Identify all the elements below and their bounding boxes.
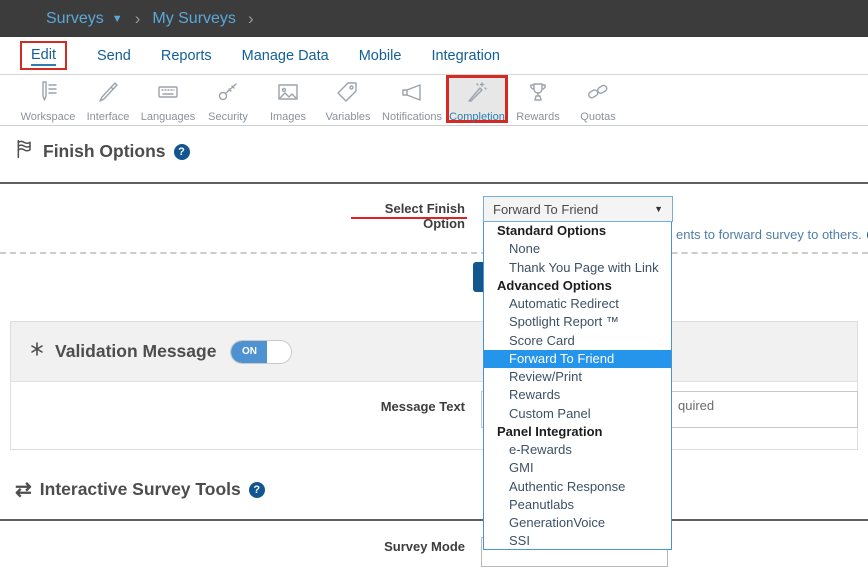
dropdown-option-spotlight[interactable]: Spotlight Report ™ bbox=[484, 313, 671, 331]
toolbar-item-interface[interactable]: Interface bbox=[78, 75, 138, 123]
breadcrumb: Surveys ▼ › My Surveys › bbox=[0, 0, 868, 37]
menu-item-manage-data[interactable]: Manage Data bbox=[242, 48, 329, 64]
keyboard-icon bbox=[156, 80, 180, 109]
key-icon bbox=[216, 80, 240, 109]
dropdown-option-authentic-response[interactable]: Authentic Response bbox=[484, 478, 671, 496]
breadcrumb-surveys[interactable]: Surveys bbox=[46, 10, 104, 28]
dropdown-group-advanced: Advanced Options bbox=[484, 277, 671, 295]
select-finish-option-label: Select Finish Option bbox=[340, 201, 465, 231]
trophy-icon bbox=[526, 80, 550, 109]
help-icon[interactable]: ? bbox=[174, 144, 190, 160]
menu-item-reports[interactable]: Reports bbox=[161, 48, 212, 64]
finish-option-select[interactable]: Forward To Friend ▼ bbox=[483, 196, 673, 222]
dropdown-option-review-print[interactable]: Review/Print bbox=[484, 368, 671, 386]
dropdown-option-generationvoice[interactable]: GenerationVoice bbox=[484, 514, 671, 532]
menu-item-integration[interactable]: Integration bbox=[431, 48, 500, 64]
dropdown-option-score-card[interactable]: Score Card bbox=[484, 332, 671, 350]
message-text-value-fragment: quired bbox=[678, 398, 714, 413]
menu-item-mobile[interactable]: Mobile bbox=[359, 48, 402, 64]
pen-icon bbox=[96, 80, 120, 109]
breadcrumb-my-surveys[interactable]: My Surveys bbox=[152, 10, 236, 28]
caret-down-icon[interactable]: ▼ bbox=[112, 13, 123, 25]
dropdown-option-e-rewards[interactable]: e-Rewards bbox=[484, 441, 671, 459]
dropdown-option-forward-to-friend[interactable]: Forward To Friend bbox=[484, 350, 671, 368]
dropdown-option-gmi[interactable]: GMI bbox=[484, 459, 671, 477]
dropdown-group-panel-integration: Panel Integration bbox=[484, 423, 671, 441]
menu-item-edit[interactable]: Edit bbox=[31, 47, 56, 66]
dropdown-option-none[interactable]: None bbox=[484, 240, 671, 258]
message-text-label: Message Text bbox=[340, 399, 465, 414]
flag-icon bbox=[15, 139, 35, 164]
toggle-knob bbox=[267, 341, 291, 363]
chevron-right-icon: › bbox=[248, 9, 254, 29]
asterisk-icon bbox=[29, 341, 45, 362]
toolbar-item-images[interactable]: Images bbox=[258, 75, 318, 123]
dashed-divider bbox=[0, 252, 868, 254]
toolbar-item-completion[interactable]: Completion bbox=[446, 75, 508, 123]
active-menu-red-box: Edit bbox=[20, 41, 67, 70]
caret-down-icon: ▼ bbox=[654, 204, 663, 214]
validation-message-header: Validation Message ON bbox=[11, 322, 857, 382]
survey-mode-label: Survey Mode bbox=[340, 539, 465, 554]
magic-wand-icon bbox=[465, 80, 489, 109]
tag-icon bbox=[336, 80, 360, 109]
toolbar-item-security[interactable]: Security bbox=[198, 75, 258, 123]
app-window: Surveys ▼ › My Surveys › Edit Send Repor… bbox=[0, 0, 868, 567]
main-menu: Edit Send Reports Manage Data Mobile Int… bbox=[0, 37, 868, 75]
validation-message-panel: Validation Message ON bbox=[10, 321, 858, 450]
dropdown-option-redirect[interactable]: Automatic Redirect bbox=[484, 295, 671, 313]
dropdown-option-ssi[interactable]: SSI bbox=[484, 532, 671, 550]
selected-option-value: Forward To Friend bbox=[493, 202, 598, 217]
save-button-partially-hidden[interactable] bbox=[473, 262, 483, 292]
dropdown-option-thank-you[interactable]: Thank You Page with Link bbox=[484, 259, 671, 277]
toolbar-item-notifications[interactable]: Notifications bbox=[378, 75, 446, 123]
edit-toolbar: Workspace Interface Languages Security I… bbox=[0, 75, 868, 126]
dropdown-group-standard: Standard Options bbox=[484, 222, 671, 240]
help-icon[interactable]: ? bbox=[249, 482, 265, 498]
finish-options-header: Finish Options ? bbox=[15, 139, 190, 164]
toolbar-item-quotas[interactable]: Quotas bbox=[568, 75, 628, 123]
toolbar-item-workspace[interactable]: Workspace bbox=[18, 75, 78, 123]
swap-arrows-icon: ⇄ bbox=[15, 477, 32, 502]
interactive-survey-tools-title: Interactive Survey Tools bbox=[40, 479, 241, 500]
validation-message-title: Validation Message bbox=[55, 341, 216, 362]
interactive-survey-tools-header: ⇄ Interactive Survey Tools ? bbox=[15, 477, 265, 502]
dropdown-option-rewards[interactable]: Rewards bbox=[484, 386, 671, 404]
finish-option-dropdown-list: Standard Options None Thank You Page wit… bbox=[483, 221, 672, 550]
red-underline-annotation bbox=[351, 217, 467, 219]
toolbar-item-variables[interactable]: Variables bbox=[318, 75, 378, 123]
validation-toggle[interactable]: ON bbox=[230, 340, 292, 364]
dropdown-option-peanutlabs[interactable]: Peanutlabs bbox=[484, 496, 671, 514]
picture-icon bbox=[276, 80, 300, 109]
megaphone-icon bbox=[400, 80, 424, 109]
pencil-list-icon bbox=[36, 80, 60, 109]
dropdown-option-custom-panel[interactable]: Custom Panel bbox=[484, 405, 671, 423]
chain-link-icon bbox=[586, 80, 610, 109]
section-divider bbox=[0, 182, 868, 184]
toolbar-item-rewards[interactable]: Rewards bbox=[508, 75, 568, 123]
helper-text: ents to forward survey to others. ? bbox=[676, 227, 868, 242]
toolbar-item-languages[interactable]: Languages bbox=[138, 75, 198, 123]
section-divider bbox=[0, 519, 868, 521]
chevron-right-icon: › bbox=[135, 9, 141, 29]
page-title: Finish Options bbox=[43, 141, 166, 162]
menu-item-send[interactable]: Send bbox=[97, 48, 131, 64]
toggle-on-label: ON bbox=[231, 341, 267, 363]
